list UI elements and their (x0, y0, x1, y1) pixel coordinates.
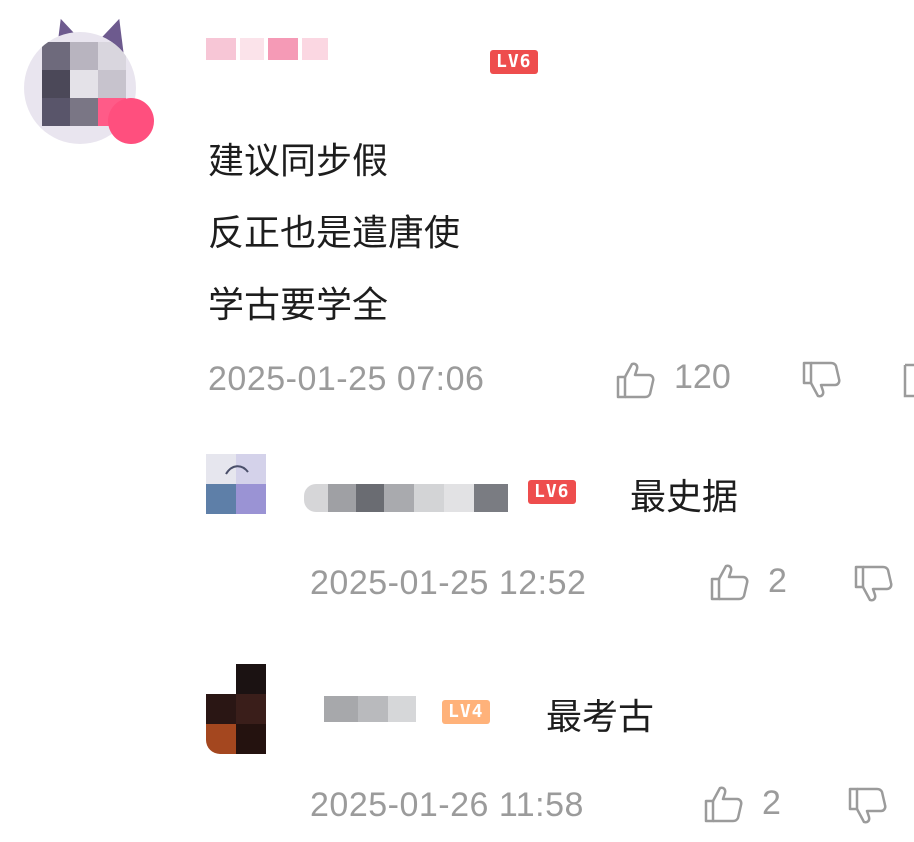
thumbs-down-icon[interactable] (846, 786, 888, 826)
reply-username-blurred[interactable] (324, 694, 424, 724)
reply-like-count: 2 (762, 784, 781, 822)
main-like-count: 120 (674, 358, 731, 396)
comment-line: 学古要学全 (208, 285, 389, 326)
main-comment-avatar[interactable] (20, 13, 154, 144)
reply-text: 最史据 (630, 477, 739, 518)
reply-level-badge: LV6 (528, 480, 576, 504)
reply-icon[interactable] (902, 362, 914, 400)
reply-like-count: 2 (768, 562, 787, 600)
main-username-blurred[interactable] (206, 38, 328, 62)
thumbs-up-icon[interactable] (708, 562, 750, 602)
main-comment-text: 建议同步假 反正也是遣唐使 学古要学全 (208, 126, 460, 342)
main-level-badge: LV6 (490, 50, 538, 74)
reply-level-badge: LV4 (442, 700, 490, 724)
avatar-badge (108, 98, 154, 144)
main-timestamp: 2025-01-25 07:06 (208, 360, 485, 398)
reply-timestamp: 2025-01-26 11:58 (310, 786, 584, 824)
reply-avatar[interactable] (206, 454, 266, 514)
thumbs-up-icon[interactable] (702, 784, 744, 824)
reply-avatar[interactable] (206, 664, 266, 754)
reply-username-blurred[interactable] (304, 482, 508, 514)
reply-timestamp: 2025-01-25 12:52 (310, 564, 587, 602)
thumbs-up-icon[interactable] (614, 360, 656, 400)
thumbs-down-icon[interactable] (852, 564, 894, 604)
comment-line: 建议同步假 (208, 141, 389, 182)
thumbs-down-icon[interactable] (800, 360, 842, 400)
reply-text: 最考古 (546, 697, 655, 738)
comment-line: 反正也是遣唐使 (208, 213, 461, 254)
